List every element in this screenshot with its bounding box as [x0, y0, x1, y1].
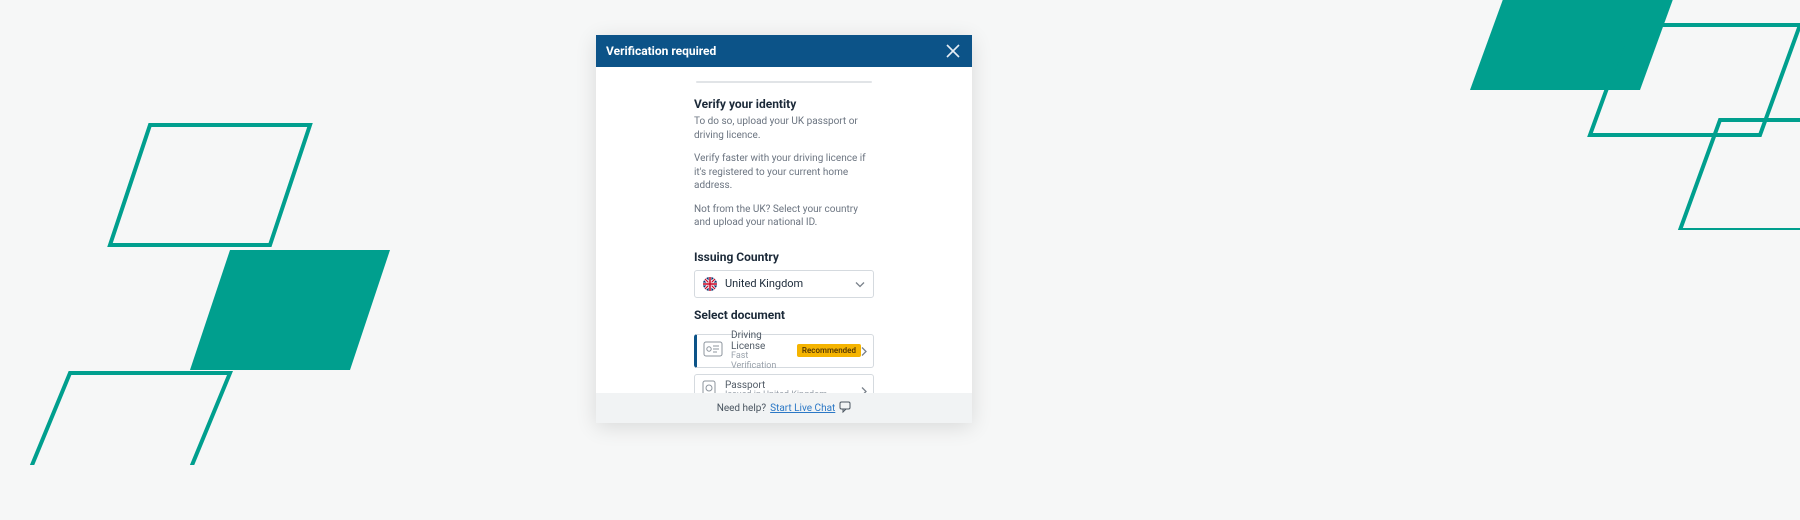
verification-dialog: Verification required Identity Address V…: [596, 35, 972, 423]
select-document-label: Select document: [694, 308, 874, 322]
chevron-right-icon: [861, 341, 867, 360]
dialog-footer: Need help? Start Live Chat: [596, 393, 972, 423]
chat-icon: [839, 401, 851, 416]
driving-license-icon: [703, 341, 723, 361]
doc-driving-sub: Fast Verification: [731, 352, 789, 372]
issuing-country-select[interactable]: United Kingdom: [694, 270, 874, 298]
dialog-header: Verification required: [596, 35, 972, 67]
doc-driving-title: Driving License: [731, 330, 789, 352]
doc-option-driving-license[interactable]: Driving License Fast Verification Recomm…: [694, 334, 874, 368]
doc-passport-sub: Issued in United Kingdom: [725, 391, 827, 393]
start-live-chat-link[interactable]: Start Live Chat: [770, 403, 835, 414]
issuing-country-label: Issuing Country: [694, 250, 874, 264]
deco-right: [1420, 0, 1800, 230]
recommended-badge: Recommended: [797, 344, 861, 357]
verify-p1: To do so, upload your UK passport or dri…: [694, 115, 874, 142]
deco-left: [0, 115, 410, 465]
dialog-body: Identity Address Verify your identity To…: [596, 67, 972, 393]
close-icon[interactable]: [944, 42, 962, 60]
verify-heading: Verify your identity: [694, 97, 874, 111]
need-help-label: Need help?: [717, 403, 766, 414]
passport-icon: [701, 380, 717, 394]
verify-p2: Verify faster with your driving licence …: [694, 152, 874, 193]
chevron-right-icon: [861, 381, 867, 393]
issuing-country-value: United Kingdom: [725, 277, 803, 290]
chevron-down-icon: [855, 277, 865, 290]
dialog-content: Verify your identity To do so, upload yo…: [694, 97, 874, 393]
verify-p3: Not from the UK? Select your country and…: [694, 203, 874, 230]
dialog-title: Verification required: [606, 44, 716, 58]
doc-option-passport[interactable]: Passport Issued in United Kingdom: [694, 374, 874, 394]
tab-switch: Identity Address: [696, 81, 872, 83]
uk-flag-icon: [703, 277, 717, 291]
